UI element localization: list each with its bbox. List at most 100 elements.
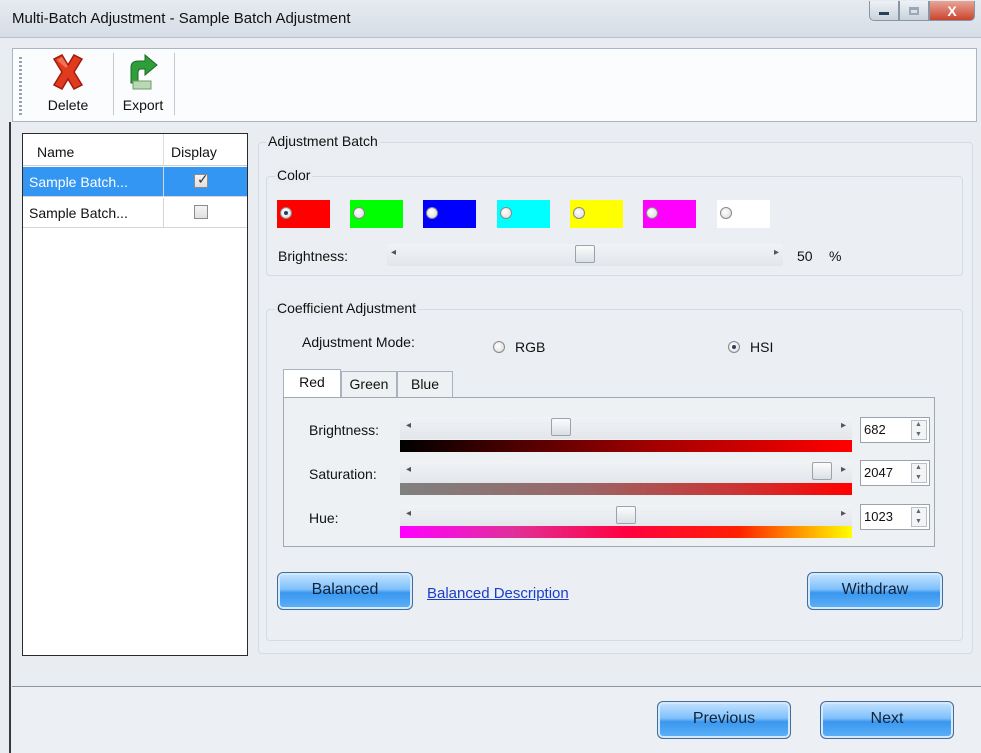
color-radio[interactable] — [573, 207, 585, 219]
spin-buttons[interactable]: ▲ ▼ — [911, 463, 927, 483]
slider-thumb[interactable] — [550, 418, 571, 436]
brightness-unit: % — [829, 248, 842, 264]
scroll-left-icon[interactable]: ◂ — [406, 508, 411, 519]
scroll-left-icon[interactable]: ◂ — [406, 420, 411, 431]
tab-red[interactable]: Red — [283, 369, 341, 398]
spin-up-icon[interactable]: ▲ — [915, 508, 922, 515]
delete-button[interactable]: Delete — [27, 53, 109, 117]
column-divider — [163, 134, 164, 166]
color-radio[interactable] — [280, 207, 292, 219]
batch-list-header: Name Display — [23, 134, 247, 166]
coefficient-group-title: Coefficient Adjustment — [275, 300, 419, 316]
batch-name: Sample Batch... — [29, 205, 128, 221]
maximize-button[interactable] — [899, 1, 929, 21]
tab-label: Green — [349, 376, 389, 392]
color-swatch-cyan[interactable] — [497, 200, 550, 228]
scroll-left-icon[interactable]: ◂ — [406, 464, 411, 475]
mode-radio-rgb[interactable] — [493, 341, 505, 353]
column-header-display[interactable]: Display — [171, 144, 217, 160]
minimize-icon — [879, 12, 889, 15]
close-button[interactable]: X — [929, 1, 975, 21]
color-swatch-blue[interactable] — [423, 200, 476, 228]
toolbar: Delete Export — [12, 48, 977, 122]
batch-list: Name Display Sample Batch... ✓ Sample Ba… — [22, 133, 248, 656]
spin-up-icon[interactable]: ▲ — [915, 421, 922, 428]
hsi-brightness-label: Brightness: — [309, 422, 380, 438]
balanced-label: Balanced — [311, 581, 379, 598]
delete-label: Delete — [47, 97, 89, 113]
spin-up-icon[interactable]: ▲ — [915, 464, 922, 471]
display-checkbox[interactable]: ✓ — [194, 171, 209, 188]
color-radio[interactable] — [426, 207, 438, 219]
scroll-left-icon[interactable]: ◂ — [391, 247, 396, 258]
withdraw-label: Withdraw — [841, 581, 909, 598]
next-button[interactable]: Next — [820, 701, 954, 739]
delete-icon — [52, 54, 84, 90]
color-radio[interactable] — [500, 207, 512, 219]
color-radio[interactable] — [720, 207, 732, 219]
tab-green[interactable]: Green — [341, 371, 397, 398]
export-label: Export — [122, 97, 164, 113]
close-icon: X — [947, 2, 957, 19]
spin-down-icon[interactable]: ▼ — [915, 431, 922, 438]
saturation-gradient-bar — [400, 483, 852, 495]
window-border — [9, 122, 11, 753]
hsi-hue-spinbox[interactable]: 1023 ▲ ▼ — [860, 504, 930, 530]
hsi-brightness-spinbox[interactable]: 682 ▲ ▼ — [860, 417, 930, 443]
tab-blue[interactable]: Blue — [397, 371, 453, 398]
color-group-title: Color — [275, 167, 313, 183]
minimize-button[interactable] — [869, 1, 899, 21]
toolbar-separator — [113, 53, 114, 115]
batch-row[interactable]: Sample Batch... — [23, 198, 247, 228]
column-header-name[interactable]: Name — [37, 144, 74, 160]
hsi-saturation-slider[interactable]: ◂ ▸ — [400, 461, 852, 483]
title-bar: Multi-Batch Adjustment - Sample Batch Ad… — [0, 0, 981, 38]
column-divider — [163, 198, 164, 228]
export-button[interactable]: Export — [115, 53, 171, 117]
tab-label: Blue — [410, 376, 440, 392]
withdraw-button[interactable]: Withdraw — [807, 572, 943, 610]
slider-thumb[interactable] — [616, 506, 636, 524]
color-swatch-yellow[interactable] — [570, 200, 623, 228]
spin-down-icon[interactable]: ▼ — [915, 518, 922, 525]
hsi-saturation-spinbox[interactable]: 2047 ▲ ▼ — [860, 460, 930, 486]
scroll-right-icon[interactable]: ▸ — [774, 247, 779, 258]
adjustment-batch-title: Adjustment Batch — [266, 133, 380, 149]
display-checkbox[interactable] — [194, 205, 208, 219]
previous-button[interactable]: Previous — [657, 701, 791, 739]
scroll-right-icon[interactable]: ▸ — [841, 508, 846, 519]
scroll-right-icon[interactable]: ▸ — [841, 464, 846, 475]
mode-radio-hsi[interactable] — [728, 341, 740, 353]
spin-value: 1023 — [864, 509, 893, 524]
spin-value: 2047 — [864, 465, 893, 480]
toolbar-separator — [174, 53, 175, 115]
previous-label: Previous — [692, 710, 756, 727]
color-swatch-red[interactable] — [277, 200, 330, 228]
color-radio[interactable] — [353, 207, 365, 219]
maximize-icon — [909, 6, 919, 15]
color-swatch-green[interactable] — [350, 200, 403, 228]
hsi-brightness-slider[interactable]: ◂ ▸ — [400, 417, 852, 439]
column-divider — [163, 167, 164, 197]
slider-thumb[interactable] — [812, 462, 832, 480]
color-swatch-magenta[interactable] — [643, 200, 696, 228]
color-radio[interactable] — [646, 207, 658, 219]
check-icon: ✓ — [197, 171, 209, 187]
batch-row[interactable]: Sample Batch... ✓ — [23, 167, 247, 197]
adjustment-mode-label: Adjustment Mode: — [302, 334, 415, 350]
spin-buttons[interactable]: ▲ ▼ — [911, 420, 927, 440]
color-swatch-white[interactable] — [717, 200, 770, 228]
brightness-slider[interactable]: ◂ ▸ — [387, 244, 783, 266]
balanced-button[interactable]: Balanced — [277, 572, 413, 610]
slider-thumb[interactable] — [575, 245, 595, 263]
tab-label: Red — [299, 374, 325, 390]
balanced-description-link[interactable]: Balanced Description — [427, 585, 569, 602]
window-title: Multi-Batch Adjustment - Sample Batch Ad… — [12, 10, 351, 27]
spin-value: 682 — [864, 422, 886, 437]
scroll-right-icon[interactable]: ▸ — [841, 420, 846, 431]
hue-gradient-bar — [400, 526, 852, 538]
hsi-hue-slider[interactable]: ◂ ▸ — [400, 505, 852, 527]
spin-down-icon[interactable]: ▼ — [915, 474, 922, 481]
spin-buttons[interactable]: ▲ ▼ — [911, 507, 927, 527]
brightness-label: Brightness: — [278, 248, 349, 264]
